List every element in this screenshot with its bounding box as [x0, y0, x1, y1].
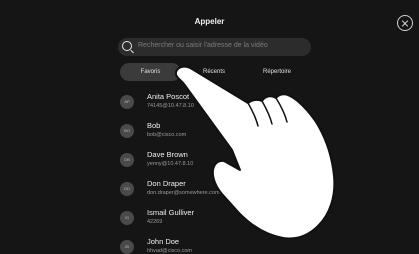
contact-name: John Doe: [147, 237, 180, 246]
contact-address: yenny@10.47.8.10: [147, 161, 194, 167]
list-item[interactable]: BO Bob bob@cisco.com: [118, 118, 311, 146]
contact-name: Dave Brown: [147, 150, 188, 159]
contact-name: Don Draper: [147, 179, 186, 188]
list-item[interactable]: IG Ismail Gulliver 42269: [118, 205, 311, 233]
search-placeholder: Rechercher ou saisir l'adresse de la vid…: [138, 42, 268, 49]
close-icon[interactable]: [397, 15, 413, 31]
list-item[interactable]: JD John Doe hhvad@cisco.com: [118, 234, 311, 254]
avatar: IG: [120, 211, 134, 225]
call-panel: Appeler Rechercher ou saisir l'adresse d…: [0, 0, 419, 254]
contact-name: Anita Poscot: [147, 92, 190, 101]
avatar: JD: [120, 240, 134, 254]
avatar: DD: [120, 182, 134, 196]
tab-repertoire[interactable]: Répertoire: [246, 63, 308, 81]
avatar: BO: [120, 124, 134, 138]
list-item[interactable]: DD Don Draper don.draper@somewhere.com: [118, 176, 311, 204]
contact-address: bob@cisco.com: [147, 132, 187, 138]
avatar: AP: [120, 95, 134, 109]
contact-address: 42269: [147, 219, 163, 225]
tab-recents[interactable]: Récents: [188, 63, 240, 81]
contact-address: 74145@10.47.8.10: [147, 103, 194, 109]
page-title: Appeler: [194, 17, 225, 26]
contact-name: Bob: [147, 121, 161, 130]
avatar: DB: [120, 153, 134, 167]
list-item[interactable]: AP Anita Poscot 74145@10.47.8.10: [118, 89, 311, 117]
search-input[interactable]: Rechercher ou saisir l'adresse de la vid…: [118, 38, 311, 56]
contact-name: Ismail Gulliver: [147, 208, 195, 217]
contact-address: hhvad@cisco.com: [147, 248, 193, 254]
tab-favoris[interactable]: Favoris: [120, 63, 181, 81]
contact-address: don.draper@somewhere.com: [147, 190, 220, 196]
list-item[interactable]: DB Dave Brown yenny@10.47.8.10: [118, 147, 311, 175]
search-icon: [122, 41, 132, 51]
tab-bar: Favoris Récents Répertoire: [118, 63, 311, 81]
